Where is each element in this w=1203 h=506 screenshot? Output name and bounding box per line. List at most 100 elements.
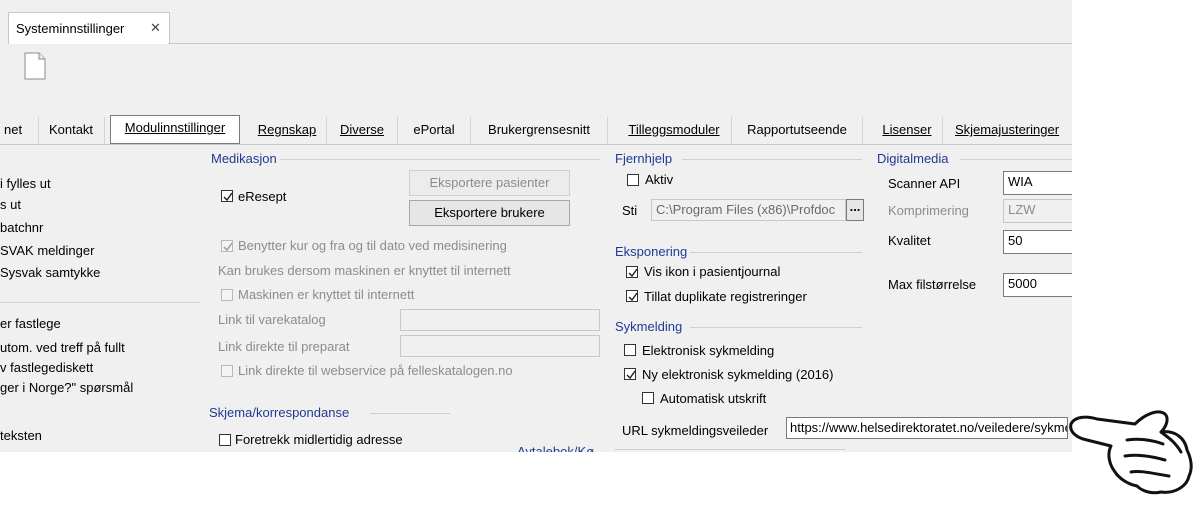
webservice-checkbox[interactable] — [221, 365, 233, 377]
elektronisk-checkbox[interactable] — [624, 344, 636, 356]
eresept-checkbox[interactable] — [221, 190, 233, 202]
eresept-label: eResept — [238, 189, 287, 204]
avtalebok-group-title: Avtalebok/Kø — [517, 444, 595, 452]
sykmelding-group-border — [690, 327, 862, 328]
left-label: i fylles ut — [0, 176, 51, 191]
max-input[interactable]: 5000 — [1003, 273, 1072, 297]
internet-note: Kan brukes dersom maskinen er knyttet ti… — [218, 263, 511, 278]
duplikate-checkbox[interactable] — [626, 290, 638, 302]
duplikate-label: Tillat duplikate registreringer — [644, 289, 807, 304]
tab-label: Kontakt — [48, 122, 94, 137]
browse-label: ... — [849, 199, 861, 214]
eksponering-group-title: Eksponering — [615, 244, 688, 259]
left-label: SVAK meldinger — [0, 243, 95, 258]
left-label: batchnr — [0, 220, 44, 235]
close-icon[interactable]: ✕ — [150, 20, 161, 36]
preparat-label: Link direkte til preparat — [218, 339, 350, 354]
left-label: teksten — [0, 428, 42, 443]
document-area — [0, 44, 1072, 114]
tab-regnskap[interactable]: Regnskap — [248, 117, 327, 144]
skjema-group-border — [370, 413, 450, 414]
komprimering-input[interactable]: LZW — [1003, 199, 1072, 223]
left-label: utom. ved treff på fullt — [0, 340, 125, 355]
vis-ikon-checkbox[interactable] — [626, 266, 638, 278]
tab-label: Regnskap — [257, 122, 317, 137]
tab-label: Rapportutseende — [747, 122, 847, 137]
aktiv-label: Aktiv — [645, 172, 674, 187]
url-label: URL sykmeldingsveileder — [622, 423, 769, 438]
preparat-input[interactable] — [400, 335, 600, 357]
settings-window: Systeminnstillinger ✕ net Kontakt Moduli… — [0, 0, 1072, 452]
tab-label: Skjemajusteringer — [955, 122, 1060, 137]
komprimering-value: LZW — [1008, 202, 1036, 217]
document-tab[interactable]: Systeminnstillinger ✕ — [8, 12, 170, 45]
tab-tilleggsmoduler[interactable]: Tilleggsmoduler — [617, 117, 732, 144]
machine-internet-label: Maskinen er knyttet til internett — [238, 287, 415, 302]
tab-brukergrensesnitt[interactable]: Brukergrensesnitt — [471, 117, 608, 144]
automatisk-label: Automatisk utskrift — [660, 391, 767, 406]
export-users-button[interactable]: Eksportere brukere — [409, 200, 570, 226]
sti-input[interactable]: C:\Program Files (x86)\Profdoc — [651, 199, 846, 221]
tab-modulinnstillinger[interactable]: Modulinnstillinger — [110, 115, 240, 144]
kvalitet-label: Kvalitet — [888, 233, 931, 248]
aktiv-checkbox[interactable] — [627, 174, 639, 186]
tab-label: Brukergrensesnitt — [488, 122, 590, 137]
tab-diverse[interactable]: Diverse — [327, 117, 398, 144]
sykmelding-group-title: Sykmelding — [615, 319, 683, 334]
ny-sykmelding-label: Ny elektronisk sykmelding (2016) — [642, 367, 834, 382]
left-label: Sysvak samtykke — [0, 265, 101, 280]
tab-eportal[interactable]: ePortal — [398, 117, 471, 144]
tab-label: Lisenser — [882, 122, 932, 137]
tab-label: Tilleggsmoduler — [628, 122, 720, 137]
kvalitet-value: 50 — [1008, 233, 1023, 248]
left-label: v fastlegediskett — [0, 360, 94, 375]
digitalmedia-group-title: Digitalmedia — [877, 151, 949, 166]
kur-label: Benytter kur og fra og til dato ved medi… — [238, 238, 507, 253]
document-tab-title: Systeminnstillinger — [16, 21, 125, 36]
tab-rapportutseende[interactable]: Rapportutseende — [732, 117, 863, 144]
varekatalog-input[interactable] — [400, 309, 600, 331]
kvalitet-input[interactable]: 50 — [1003, 230, 1072, 254]
left-label: er fastlege — [0, 316, 61, 331]
tab-lisenser[interactable]: Lisenser — [872, 117, 943, 144]
browse-button[interactable]: ... — [846, 199, 864, 221]
sti-label: Sti — [622, 203, 638, 218]
medikasjon-group-title: Medikasjon — [211, 151, 277, 166]
varekatalog-label: Link til varekatalog — [218, 312, 326, 327]
tab-label: Modulinnstillinger — [124, 120, 226, 135]
fjernhjelp-group-border — [682, 159, 862, 160]
left-label: ger i Norge?" spørsmål — [0, 380, 134, 395]
ny-sykmelding-checkbox[interactable] — [624, 368, 636, 380]
machine-internet-checkbox[interactable] — [221, 289, 233, 301]
eksponering-group-border — [690, 252, 862, 253]
tab-kontakt[interactable]: Kontakt — [38, 117, 105, 144]
url-value: https://www.helsedirektoratet.no/veilede… — [790, 420, 1067, 435]
sykmelding-bottom-border — [615, 449, 845, 450]
max-value: 5000 — [1008, 276, 1037, 291]
new-document-icon[interactable] — [24, 52, 46, 83]
digitalmedia-group-border — [960, 159, 1072, 160]
tab-skjemajusteringer[interactable]: Skjemajusteringer — [955, 117, 1072, 144]
scanner-value: WIA — [1008, 174, 1033, 189]
hand-pointer-icon — [1065, 402, 1200, 501]
sti-value: C:\Program Files (x86)\Profdoc — [656, 202, 836, 217]
max-label: Max filstørrelse — [888, 277, 977, 292]
tab-net[interactable]: net — [0, 117, 39, 144]
tab-label: Diverse — [339, 122, 385, 137]
komprimering-label: Komprimering — [888, 203, 969, 218]
export-patients-button[interactable]: Eksportere pasienter — [409, 170, 570, 196]
kur-checkbox[interactable] — [221, 240, 233, 252]
fjernhjelp-group-title: Fjernhjelp — [615, 151, 673, 166]
scanner-label: Scanner API — [888, 176, 961, 191]
url-input[interactable]: https://www.helsedirektoratet.no/veilede… — [786, 417, 1068, 439]
left-divider — [0, 302, 200, 303]
elektronisk-label: Elektronisk sykmelding — [642, 343, 775, 358]
skjema-group-title: Skjema/korrespondanse — [209, 405, 350, 420]
scanner-input[interactable]: WIA — [1003, 171, 1072, 195]
vis-ikon-label: Vis ikon i pasientjournal — [644, 264, 781, 279]
foretrekk-checkbox[interactable] — [219, 434, 231, 446]
medikasjon-group-border — [280, 159, 600, 160]
foretrekk-label: Foretrekk midlertidig adresse — [235, 432, 403, 447]
automatisk-checkbox[interactable] — [642, 392, 654, 404]
tab-label: net — [4, 122, 23, 137]
